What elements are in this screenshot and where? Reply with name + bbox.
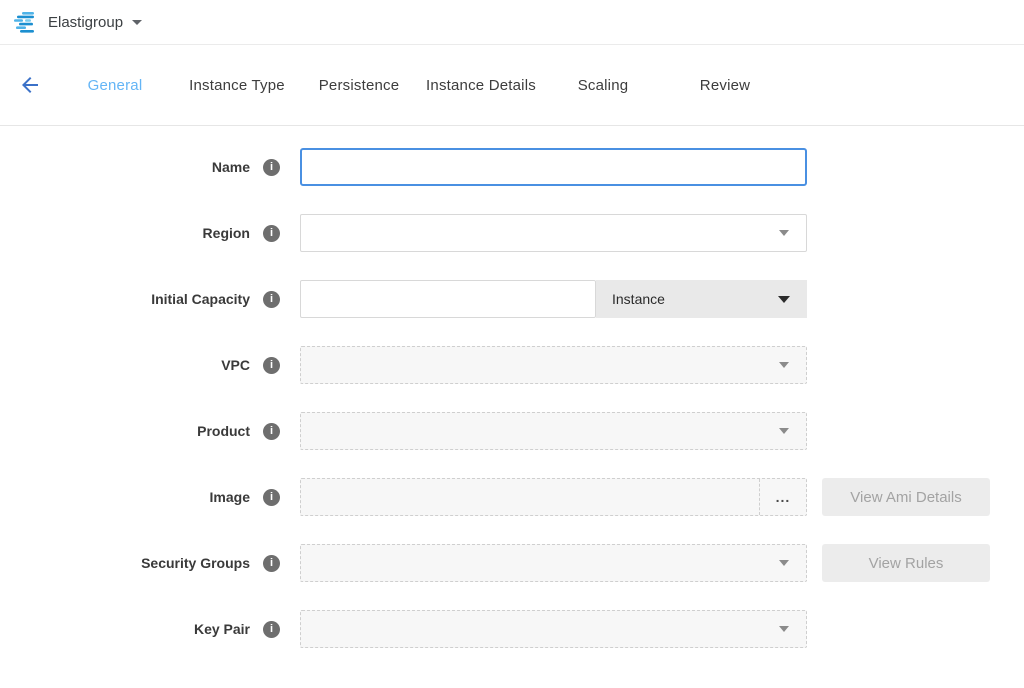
tab-general[interactable]: General bbox=[54, 77, 176, 94]
name-input[interactable] bbox=[300, 148, 807, 186]
chevron-down-icon bbox=[779, 362, 789, 368]
security-groups-label: Security Groups bbox=[0, 555, 250, 571]
form-row-region: Region i bbox=[0, 214, 1024, 252]
region-select[interactable] bbox=[300, 214, 807, 252]
info-icon[interactable]: i bbox=[263, 159, 280, 176]
info-icon[interactable]: i bbox=[263, 357, 280, 374]
info-icon[interactable]: i bbox=[263, 555, 280, 572]
app-switcher[interactable]: Elastigroup bbox=[38, 14, 142, 31]
key-pair-label: Key Pair bbox=[0, 621, 250, 637]
image-input: ... bbox=[300, 478, 807, 516]
chevron-down-icon bbox=[779, 230, 789, 236]
capacity-unit-value: Instance bbox=[612, 291, 778, 307]
form-row-vpc: VPC i bbox=[0, 346, 1024, 384]
general-form: Name i Region i Initial Capacity i Insta… bbox=[0, 126, 1024, 648]
info-icon[interactable]: i bbox=[263, 621, 280, 638]
info-icon[interactable]: i bbox=[263, 291, 280, 308]
tab-instance-details[interactable]: Instance Details bbox=[420, 77, 542, 94]
form-row-product: Product i bbox=[0, 412, 1024, 450]
chevron-down-icon bbox=[779, 428, 789, 434]
elastigroup-logo-icon bbox=[14, 11, 38, 33]
chevron-down-icon bbox=[779, 560, 789, 566]
initial-capacity-input[interactable] bbox=[300, 280, 596, 318]
product-select bbox=[300, 412, 807, 450]
info-icon[interactable]: i bbox=[263, 489, 280, 506]
tab-persistence[interactable]: Persistence bbox=[298, 77, 420, 94]
view-ami-details-button: View Ami Details bbox=[822, 478, 990, 516]
tab-instance-type[interactable]: Instance Type bbox=[176, 77, 298, 94]
form-row-security-groups: Security Groups i View Rules bbox=[0, 544, 1024, 582]
chevron-down-icon bbox=[132, 20, 142, 25]
name-label: Name bbox=[0, 159, 250, 175]
browse-image-button: ... bbox=[759, 479, 806, 515]
security-groups-select bbox=[300, 544, 807, 582]
form-row-initial-capacity: Initial Capacity i Instance bbox=[0, 280, 1024, 318]
wizard-tabs: General Instance Type Persistence Instan… bbox=[54, 77, 786, 94]
tab-scaling[interactable]: Scaling bbox=[542, 77, 664, 94]
chevron-down-icon bbox=[779, 626, 789, 632]
view-rules-button: View Rules bbox=[822, 544, 990, 582]
form-row-image: Image i ... View Ami Details bbox=[0, 478, 1024, 516]
tab-review[interactable]: Review bbox=[664, 77, 786, 94]
initial-capacity-label: Initial Capacity bbox=[0, 291, 250, 307]
key-pair-select bbox=[300, 610, 807, 648]
region-label: Region bbox=[0, 225, 250, 241]
image-label: Image bbox=[0, 489, 250, 505]
capacity-unit-select[interactable]: Instance bbox=[596, 280, 807, 318]
back-button[interactable] bbox=[18, 73, 42, 97]
app-name: Elastigroup bbox=[48, 14, 123, 31]
product-label: Product bbox=[0, 423, 250, 439]
info-icon[interactable]: i bbox=[263, 225, 280, 242]
chevron-down-icon bbox=[778, 296, 790, 303]
arrow-left-icon bbox=[18, 73, 42, 97]
form-row-name: Name i bbox=[0, 148, 1024, 186]
info-icon[interactable]: i bbox=[263, 423, 280, 440]
top-bar: Elastigroup bbox=[0, 0, 1024, 45]
wizard-nav: General Instance Type Persistence Instan… bbox=[0, 45, 1024, 126]
vpc-select bbox=[300, 346, 807, 384]
form-row-key-pair: Key Pair i bbox=[0, 610, 1024, 648]
vpc-label: VPC bbox=[0, 357, 250, 373]
